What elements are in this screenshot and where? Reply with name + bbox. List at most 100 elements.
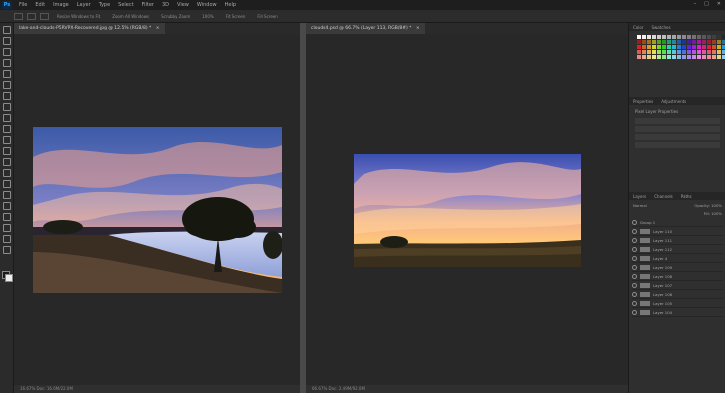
swatch-chip[interactable] [677, 50, 681, 54]
swatch-chip[interactable] [697, 50, 701, 54]
menu-image[interactable]: Image [53, 2, 69, 8]
history-brush-tool-icon[interactable] [2, 125, 11, 133]
gradient-tool-icon[interactable] [2, 147, 11, 155]
tab-swatches[interactable]: Swatches [651, 25, 670, 30]
swatch-chip[interactable] [667, 45, 671, 49]
menu-layer[interactable]: Layer [77, 2, 91, 8]
hand-tool-icon[interactable] [2, 224, 11, 232]
swatch-chip[interactable] [677, 35, 681, 39]
visibility-eye-icon[interactable] [632, 220, 637, 225]
stamp-tool-icon[interactable] [2, 114, 11, 122]
swatch-chip[interactable] [652, 55, 656, 59]
document-tab-lake[interactable]: lake-and-clouds-P5RVPX-Recovered.jpg @ 1… [14, 23, 165, 34]
swatch-chip[interactable] [647, 55, 651, 59]
document-canvas[interactable] [14, 34, 300, 385]
swatch-chip[interactable] [687, 45, 691, 49]
swatch-chip[interactable] [672, 55, 676, 59]
swatch-chip[interactable] [662, 35, 666, 39]
layer-row[interactable]: Layer 107 [632, 282, 723, 290]
button-100[interactable]: 100% [202, 14, 213, 19]
swatch-chip[interactable] [652, 45, 656, 49]
swatch-chip[interactable] [702, 45, 706, 49]
lasso-tool-icon[interactable] [2, 48, 11, 56]
visibility-eye-icon[interactable] [632, 301, 637, 306]
option-resize-windows[interactable]: Resize Windows to Fit [57, 14, 100, 19]
swatch-chip[interactable] [697, 55, 701, 59]
menu-type[interactable]: Type [99, 2, 110, 8]
swatch-chip[interactable] [702, 40, 706, 44]
swatch-chip[interactable] [702, 35, 706, 39]
visibility-eye-icon[interactable] [632, 274, 637, 279]
menu-help[interactable]: Help [225, 2, 236, 8]
swatch-chip[interactable] [652, 35, 656, 39]
swatch-chip[interactable] [707, 50, 711, 54]
zoom-out-icon[interactable] [40, 12, 49, 20]
tab-layers[interactable]: Layers [633, 194, 646, 199]
swatch-chip[interactable] [667, 50, 671, 54]
close-tab-icon[interactable]: × [156, 26, 160, 31]
option-zoom-all[interactable]: Zoom All Windows [112, 14, 149, 19]
pen-tool-icon[interactable] [2, 180, 11, 188]
move-tool-icon[interactable] [2, 26, 11, 34]
layer-row[interactable]: Layer 106 [632, 291, 723, 299]
swatch-chip[interactable] [702, 50, 706, 54]
type-tool-icon[interactable] [2, 191, 11, 199]
minimize-icon[interactable]: – [694, 1, 697, 7]
swatch-chip[interactable] [687, 55, 691, 59]
swatch-chip[interactable] [707, 35, 711, 39]
visibility-eye-icon[interactable] [632, 229, 637, 234]
swatch-chip[interactable] [652, 50, 656, 54]
dodge-tool-icon[interactable] [2, 169, 11, 177]
swatch-chip[interactable] [667, 40, 671, 44]
layer-row[interactable]: Layer 111 [632, 237, 723, 245]
brush-tool-icon[interactable] [2, 103, 11, 111]
more-tools-icon[interactable] [2, 246, 11, 254]
visibility-eye-icon[interactable] [632, 265, 637, 270]
swatch-chip[interactable] [637, 40, 641, 44]
swatch-chip[interactable] [657, 45, 661, 49]
marquee-tool-icon[interactable] [2, 37, 11, 45]
swatch-chip[interactable] [692, 55, 696, 59]
button-fit-screen[interactable]: Fit Screen [226, 14, 246, 19]
swatch-chip[interactable] [717, 35, 721, 39]
swatch-chip[interactable] [662, 50, 666, 54]
swatch-chip[interactable] [707, 55, 711, 59]
visibility-eye-icon[interactable] [632, 292, 637, 297]
opacity-field[interactable]: Opacity: 100% [694, 203, 722, 208]
document-tab-clouds[interactable]: clouds4.psd @ 66.7% (Layer 113, RGB/8#) … [306, 23, 425, 34]
layer-row[interactable]: Layer 109 [632, 264, 723, 272]
swatch-chip[interactable] [712, 50, 716, 54]
swatch-chip[interactable] [647, 45, 651, 49]
maximize-icon[interactable]: □ [704, 1, 709, 7]
close-icon[interactable]: ✕ [717, 1, 721, 7]
swatch-chip[interactable] [667, 55, 671, 59]
menu-filter[interactable]: Filter [142, 2, 154, 8]
menu-3d[interactable]: 3D [162, 2, 169, 8]
swatch-chip[interactable] [662, 55, 666, 59]
visibility-eye-icon[interactable] [632, 256, 637, 261]
swatch-chip[interactable] [692, 45, 696, 49]
menu-edit[interactable]: Edit [35, 2, 45, 8]
crop-tool-icon[interactable] [2, 70, 11, 78]
menu-view[interactable]: View [177, 2, 189, 8]
blur-tool-icon[interactable] [2, 158, 11, 166]
layer-row[interactable]: Layer 112 [632, 246, 723, 254]
swatch-chip[interactable] [682, 35, 686, 39]
eraser-tool-icon[interactable] [2, 136, 11, 144]
swatch-chip[interactable] [657, 40, 661, 44]
menu-window[interactable]: Window [197, 2, 217, 8]
swatch-chip[interactable] [642, 40, 646, 44]
swatch-chip[interactable] [682, 45, 686, 49]
swatch-chip[interactable] [637, 55, 641, 59]
healing-tool-icon[interactable] [2, 92, 11, 100]
swatch-chip[interactable] [642, 50, 646, 54]
swatch-chip[interactable] [682, 55, 686, 59]
document-canvas[interactable] [306, 34, 628, 385]
blend-mode-select[interactable]: Normal [633, 203, 647, 208]
button-fill-screen[interactable]: Fill Screen [257, 14, 277, 19]
swatch-chip[interactable] [712, 45, 716, 49]
swatch-chip[interactable] [657, 55, 661, 59]
tab-paths[interactable]: Paths [681, 194, 692, 199]
zoom-in-icon[interactable] [27, 12, 36, 20]
path-select-tool-icon[interactable] [2, 202, 11, 210]
